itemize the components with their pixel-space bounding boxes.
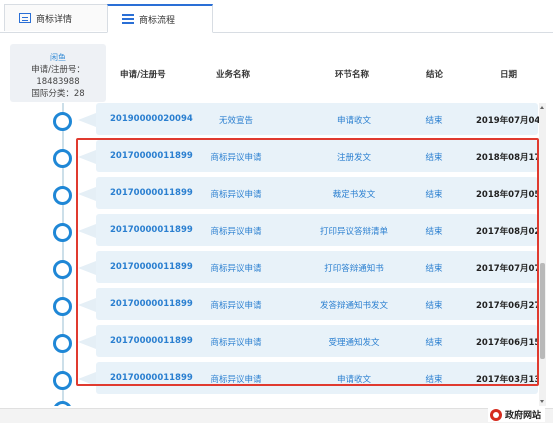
pointer-arrow	[78, 224, 96, 238]
timeline-row: 20170000011899 商标异议申请 裁定书发文 结束 2018年07月05日	[0, 177, 545, 213]
cell-step: 发答辩通知书发文	[319, 301, 389, 311]
flow-record-card[interactable]: 20190000020094 无效宣告 申请收文 结束 2019年07月04日	[96, 103, 545, 135]
cell-business: 商标异议申请	[210, 264, 262, 274]
scroll-thumb[interactable]	[540, 263, 545, 359]
pointer-arrow	[78, 150, 96, 164]
pointer-arrow	[78, 113, 96, 127]
column-header-step: 环节名称	[335, 70, 370, 80]
scroll-down-icon[interactable]	[540, 400, 544, 403]
cell-business: 商标异议申请	[210, 375, 262, 385]
timeline-node-icon	[53, 260, 72, 279]
cell-app-no[interactable]: 20190000020094	[110, 114, 193, 124]
pointer-arrow	[78, 372, 96, 386]
cell-app-no[interactable]: 20170000011899	[110, 225, 193, 235]
cell-business: 商标异议申请	[210, 227, 262, 237]
timeline-node-icon	[53, 334, 72, 353]
flow-header: 闲鱼 申请/注册号：18483988 国际分类：28 申请/注册号 业务名称 环…	[10, 44, 546, 102]
timeline-row: 20170000011899 商标异议申请 受理通知发文 结束 2017年06月15日	[0, 325, 545, 361]
timeline-row: 20190000020094 无效宣告 申请收文 结束 2019年07月04日	[0, 103, 545, 139]
horizontal-scrollbar[interactable]	[0, 408, 553, 423]
timeline-node-icon	[53, 223, 72, 242]
timeline-node-icon	[53, 401, 72, 406]
cell-result: 结束	[425, 338, 443, 348]
pointer-arrow	[78, 261, 96, 275]
cell-step: 打印答辩通知书	[324, 264, 384, 274]
flow-record-card[interactable]: 20170000011899 商标异议申请 打印答辩通知书 结束 2017年07月07日	[96, 251, 545, 283]
trademark-name: 闲鱼	[50, 53, 66, 62]
timeline-node-icon	[53, 112, 72, 131]
cell-result: 结束	[425, 116, 443, 126]
scroll-up-icon[interactable]	[540, 106, 544, 109]
cell-date: 2018年08月17日	[476, 153, 545, 163]
timeline-node-icon	[53, 149, 72, 168]
gov-website-label: 政府网站	[505, 411, 542, 421]
cell-app-no[interactable]: 20170000011899	[110, 151, 193, 161]
cell-date: 2018年07月05日	[476, 190, 545, 200]
trademark-info-box: 闲鱼 申请/注册号：18483988 国际分类：28	[10, 44, 106, 102]
flow-record-card[interactable]: 20170000011899 商标异议申请 发答辩通知书发文 结束 2017年06月27…	[96, 288, 545, 320]
cell-date: 2017年08月02日	[476, 227, 545, 237]
cell-date: 2017年06月15日	[476, 338, 545, 348]
cell-app-no[interactable]: 20170000011899	[110, 299, 193, 309]
tab-label: 商标详情	[36, 14, 73, 25]
column-header-business: 业务名称	[216, 70, 251, 80]
cell-date: 2017年07月07日	[476, 264, 545, 274]
cell-app-no[interactable]: 20170000011899	[110, 336, 193, 346]
cell-date: 2017年06月27日	[476, 301, 545, 311]
flow-record-card[interactable]: 20170000011899 商标异议申请 注册发文 结束 2018年08月17日	[96, 140, 545, 172]
document-icon	[19, 13, 31, 23]
timeline-row: 20170000011899 商标异议申请 注册发文 结束 2018年08月17日	[0, 140, 545, 176]
cell-step: 申请收文	[336, 375, 372, 385]
timeline-row-partial	[0, 392, 545, 406]
cell-app-no[interactable]: 20170000011899	[110, 373, 193, 383]
flow-record-card[interactable]: 20170000011899 商标异议申请 打印异议答辩清单 结束 2017年08月02…	[96, 214, 545, 246]
cell-business: 商标异议申请	[210, 301, 262, 311]
tab-trademark-flow[interactable]: 商标流程	[107, 4, 213, 33]
cell-result: 结束	[425, 264, 443, 274]
pointer-arrow	[78, 335, 96, 349]
cell-business: 商标异议申请	[210, 153, 262, 163]
cell-step: 受理通知发文	[328, 338, 380, 348]
cell-date: 2019年07月04日	[476, 116, 545, 126]
timeline-row: 20170000011899 商标异议申请 发答辩通知书发文 结束 2017年06月27…	[0, 288, 545, 324]
gov-logo-icon	[490, 408, 502, 421]
flow-record-card[interactable]: 20170000011899 商标异议申请 裁定书发文 结束 2018年07月05日	[96, 177, 545, 209]
registration-number: 申请/注册号：18483988	[31, 65, 85, 87]
cell-app-no[interactable]: 20170000011899	[110, 188, 193, 198]
cell-step: 申请收文	[336, 116, 372, 126]
cell-result: 结束	[425, 227, 443, 237]
cell-result: 结束	[425, 301, 443, 311]
flow-record-card[interactable]: 20170000011899 商标异议申请 受理通知发文 结束 2017年06月15日	[96, 325, 545, 357]
cell-business: 无效宣告	[218, 116, 254, 126]
cell-result: 结束	[425, 375, 443, 385]
tab-trademark-details[interactable]: 商标详情	[4, 4, 114, 31]
cell-business: 商标异议申请	[210, 190, 262, 200]
cell-result: 结束	[425, 153, 443, 163]
timeline-row: 20170000011899 商标异议申请 打印答辩通知书 结束 2017年07月07日	[0, 251, 545, 287]
column-header-date: 日期	[500, 70, 518, 80]
cell-step: 注册发文	[336, 153, 372, 163]
gov-website-badge[interactable]: 政府网站	[488, 407, 546, 422]
cell-result: 结束	[425, 190, 443, 200]
cell-step: 打印异议答辩清单	[319, 227, 389, 237]
international-class: 国际分类：28	[31, 89, 85, 99]
pointer-arrow	[78, 187, 96, 201]
pointer-arrow	[78, 298, 96, 312]
column-header-result: 结论	[426, 70, 444, 80]
cell-app-no[interactable]: 20170000011899	[110, 262, 193, 272]
cell-date: 2017年03月13日	[476, 375, 545, 385]
list-icon	[122, 14, 134, 24]
timeline-node-icon	[53, 297, 72, 316]
tab-bar: 商标详情 商标流程	[0, 0, 553, 33]
timeline-node-icon	[53, 186, 72, 205]
timeline-row: 20170000011899 商标异议申请 打印异议答辩清单 结束 2017年08月02…	[0, 214, 545, 250]
flow-record-card[interactable]: 20170000011899 商标异议申请 申请收文 结束 2017年03月13日	[96, 362, 545, 394]
timeline-node-icon	[53, 371, 72, 390]
flow-timeline[interactable]: 20190000020094 无效宣告 申请收文 结束 2019年07月04日 20170…	[0, 103, 545, 406]
cell-business: 商标异议申请	[210, 338, 262, 348]
column-header-app-no: 申请/注册号	[120, 70, 166, 80]
cell-step: 裁定书发文	[332, 190, 376, 200]
vertical-scrollbar[interactable]	[539, 103, 546, 406]
tab-label: 商标流程	[139, 15, 176, 26]
